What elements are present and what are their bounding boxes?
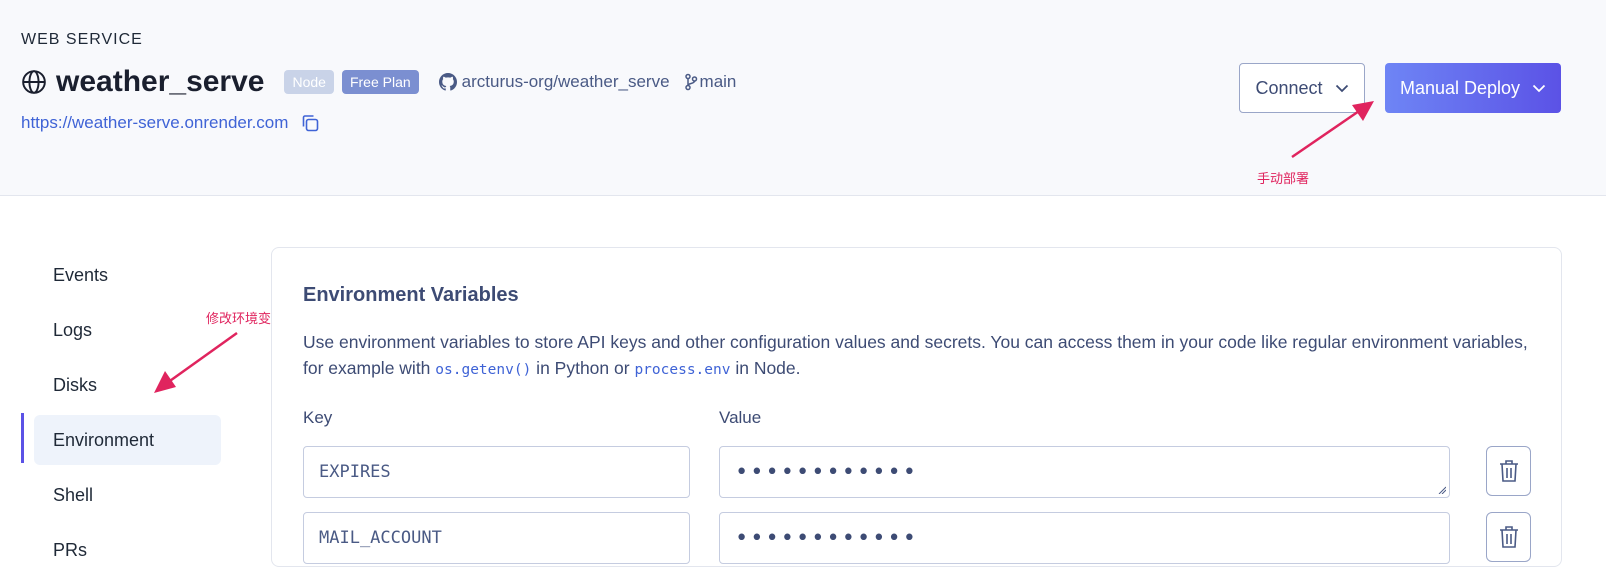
manual-deploy-button-label: Manual Deploy (1399, 77, 1521, 98)
connect-button-label: Connect (1255, 77, 1323, 98)
env-value-input[interactable]: •••••••••••• (719, 446, 1450, 498)
env-value-input[interactable]: •••••••••••• (719, 512, 1450, 564)
git-branch-icon (684, 73, 697, 91)
sidebar-item-shell[interactable]: Shell (21, 470, 221, 520)
chevron-down-icon (1532, 84, 1546, 92)
sidebar-item-prs[interactable]: PRs (21, 525, 221, 575)
key-column-label: Key (303, 408, 333, 427)
code-snippet-node: process.env (634, 362, 731, 378)
service-url-link[interactable]: https://weather-serve.onrender.com (21, 113, 288, 133)
sidebar-item-label: Shell (53, 484, 94, 505)
sidebar-item-label: Environment (53, 429, 155, 450)
service-sidebar: Events Logs Disks Environment Shell PRs (21, 250, 221, 580)
env-key-input[interactable]: EXPIRES (303, 446, 690, 498)
sidebar-item-label: Events (53, 264, 109, 285)
branch-name: main (699, 72, 737, 91)
copy-icon[interactable] (300, 113, 320, 133)
service-title-row: weather_serve Node Free Plan arcturus-or… (21, 64, 736, 100)
sidebar-item-environment[interactable]: Environment (34, 415, 221, 465)
branch-link[interactable]: main (684, 72, 737, 92)
panel-description: Use environment variables to store API k… (303, 329, 1533, 383)
runtime-badge: Node (284, 70, 334, 94)
service-type-label: WEB SERVICE (21, 31, 143, 48)
sidebar-item-disks[interactable]: Disks (21, 360, 221, 410)
plan-badge[interactable]: Free Plan (341, 70, 419, 94)
code-snippet-python: os.getenv() (435, 362, 532, 378)
service-header: WEB SERVICE weather_serve Node Free Plan… (0, 0, 1606, 196)
env-value-masked: •••••••••••• (735, 459, 918, 485)
connect-button[interactable]: Connect (1239, 63, 1365, 113)
desc-text-3: in Node. (730, 358, 801, 378)
env-key-value: EXPIRES (319, 462, 391, 482)
globe-icon (22, 70, 46, 94)
sidebar-item-logs[interactable]: Logs (21, 305, 221, 355)
manual-deploy-button[interactable]: Manual Deploy (1385, 63, 1561, 113)
env-key-input[interactable]: MAIL_ACCOUNT (303, 512, 690, 564)
desc-text-2: in Python or (531, 358, 635, 378)
service-name: weather_serve (56, 65, 265, 98)
sidebar-item-events[interactable]: Events (21, 250, 221, 300)
repo-link[interactable]: arcturus-org/weather_serve (438, 72, 670, 92)
service-url-row: https://weather-serve.onrender.com (21, 113, 320, 133)
panel-title: Environment Variables (303, 284, 519, 306)
env-key-value: MAIL_ACCOUNT (319, 528, 442, 548)
repo-name: arcturus-org/weather_serve (461, 72, 670, 91)
delete-env-button[interactable] (1486, 512, 1531, 562)
sidebar-item-label: Disks (53, 374, 97, 395)
chevron-down-icon (1335, 84, 1348, 92)
trash-icon (1499, 526, 1518, 548)
delete-env-button[interactable] (1486, 446, 1531, 496)
sidebar-item-label: Logs (53, 319, 93, 340)
github-icon (438, 73, 457, 91)
sidebar-item-label: PRs (53, 539, 88, 560)
resize-handle-icon[interactable] (1438, 486, 1446, 494)
trash-icon (1499, 460, 1518, 482)
env-variables-panel: Environment Variables Use environment va… (271, 247, 1562, 567)
deploy-annotation: 手动部署 (1257, 171, 1310, 186)
value-column-label: Value (719, 408, 762, 427)
